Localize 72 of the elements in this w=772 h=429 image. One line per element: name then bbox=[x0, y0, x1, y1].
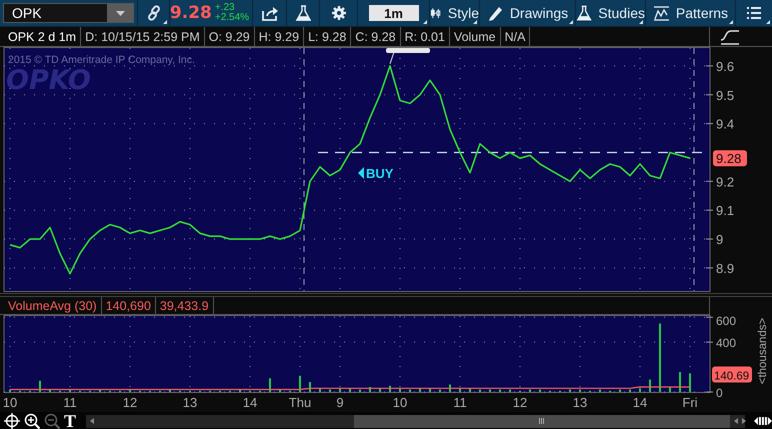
menu-icon[interactable] bbox=[747, 7, 761, 19]
info-cell: R: 0.01 bbox=[400, 27, 450, 46]
time-axis-label: 11 bbox=[453, 395, 467, 410]
toolbar-menu-button[interactable]: Style bbox=[430, 0, 480, 26]
toolbar-menu-button[interactable]: Patterns bbox=[646, 0, 736, 26]
toolbar-menu-button[interactable]: Drawings bbox=[480, 0, 576, 26]
axis-label: 0 bbox=[716, 386, 723, 400]
chain-link-icon[interactable] bbox=[146, 5, 162, 21]
axis-label: 9.2 bbox=[716, 174, 734, 190]
axis-label: 9.6 bbox=[716, 58, 734, 74]
crosshair-icon[interactable] bbox=[4, 413, 20, 429]
time-axis-label: Fri bbox=[682, 395, 698, 410]
time-axis-label: 13 bbox=[182, 395, 198, 410]
time-axis-label: 9 bbox=[336, 395, 344, 410]
study-value: 39,433.9 bbox=[156, 297, 214, 314]
share-arrow-icon[interactable] bbox=[260, 6, 278, 20]
axis-scale-icon[interactable] bbox=[720, 28, 740, 44]
axis-label: 9 bbox=[716, 232, 724, 248]
axis-label: 9.4 bbox=[716, 116, 734, 132]
pattern-chart-icon bbox=[652, 4, 670, 22]
pencil-icon bbox=[486, 4, 504, 22]
info-cell: H: 9.29 bbox=[254, 27, 304, 46]
zoom-in-icon[interactable] bbox=[24, 413, 40, 429]
expand-icon[interactable] bbox=[754, 416, 772, 426]
time-axis-label: Thu bbox=[288, 395, 312, 410]
flask-icon bbox=[576, 4, 592, 22]
axis-label: 8.9 bbox=[716, 260, 734, 276]
price-change: +.23 bbox=[214, 3, 236, 13]
info-cell: O: 9.29 bbox=[204, 27, 255, 46]
axis-label: 9.5 bbox=[716, 88, 734, 103]
axis-label: 600 bbox=[716, 315, 736, 328]
last-price: 9.28 bbox=[170, 3, 212, 23]
info-cell: L: 9.28 bbox=[304, 27, 352, 46]
callout-bubble bbox=[386, 48, 430, 64]
time-axis-label: 14 bbox=[242, 395, 258, 410]
axis-label: 9.1 bbox=[716, 203, 734, 218]
price-badge: 9.28 bbox=[713, 150, 747, 166]
text-tool[interactable]: T bbox=[64, 413, 78, 429]
volume-badge: 140.69 bbox=[712, 366, 752, 382]
info-cell: Volume bbox=[450, 27, 501, 46]
copyright-text: 2015 © TD Ameritrade IP Company, Inc. bbox=[8, 54, 195, 66]
symbol-field[interactable]: OPK bbox=[3, 3, 134, 23]
toolbar-menu-button[interactable]: Studies bbox=[576, 0, 646, 26]
scroll-right-icon[interactable] bbox=[742, 418, 746, 424]
scroll-left-icon[interactable] bbox=[90, 418, 94, 424]
time-axis-label: 12 bbox=[512, 395, 528, 410]
time-axis-label: 13 bbox=[572, 395, 588, 410]
flask-icon[interactable] bbox=[295, 5, 311, 21]
logo-text: OPKO bbox=[6, 65, 91, 96]
axis-label: 400 bbox=[716, 336, 736, 350]
time-axis-label: 14 bbox=[632, 395, 648, 410]
study-name: VolumeAvg (30) bbox=[4, 297, 102, 314]
axis-unit-label: <thousands> bbox=[757, 318, 769, 384]
scroll-left-icon[interactable] bbox=[734, 418, 738, 424]
grip-icon bbox=[539, 418, 544, 424]
percent-change: +2.54% bbox=[214, 13, 250, 23]
settings-icon[interactable] bbox=[330, 5, 346, 21]
time-axis-label: 12 bbox=[122, 395, 138, 410]
info-cell: D: 10/15/15 2:59 PM bbox=[81, 27, 205, 46]
info-cell: N/A bbox=[500, 27, 530, 46]
study-value: 140,690 bbox=[102, 297, 156, 314]
time-axis-label: 11 bbox=[63, 395, 77, 410]
dropdown-button[interactable] bbox=[107, 4, 133, 22]
info-cell: C: 9.28 bbox=[351, 27, 401, 46]
timeframe-button[interactable]: 1m bbox=[368, 5, 418, 21]
scrollbar-thumb[interactable] bbox=[354, 414, 730, 428]
info-cell: OPK 2 d 1m bbox=[4, 27, 82, 46]
scrollbar[interactable] bbox=[86, 414, 746, 428]
time-axis-label: 10 bbox=[2, 395, 18, 410]
buy-signal-label: BUY bbox=[358, 166, 394, 181]
caret-icon bbox=[116, 10, 124, 16]
time-axis-label: 10 bbox=[392, 395, 408, 410]
